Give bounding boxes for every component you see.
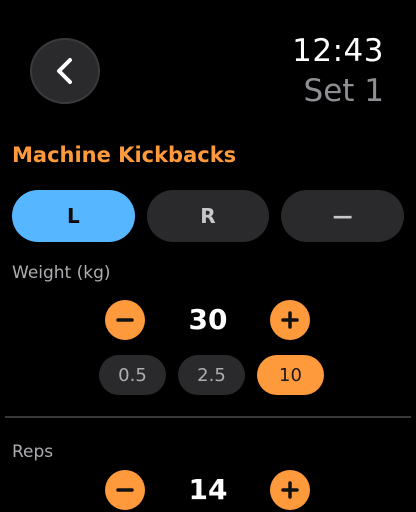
reps-label: Reps [12, 442, 54, 462]
weight-decrement-button[interactable] [105, 300, 145, 340]
minus-icon [116, 488, 134, 492]
increment-chip-10[interactable]: 10 [257, 355, 324, 395]
chevron-left-icon [57, 58, 72, 84]
reps-value: 14 [188, 473, 228, 506]
side-none-button[interactable]: — [281, 190, 405, 242]
plus-icon [281, 481, 299, 499]
set-label: Set 1 [303, 73, 384, 109]
weight-value: 30 [188, 303, 228, 336]
reps-increment-button[interactable] [270, 470, 310, 510]
weight-stepper: 30 [0, 300, 416, 342]
increment-chip-2-5[interactable]: 2.5 [178, 355, 245, 395]
reps-stepper: 14 [0, 470, 416, 512]
side-selector: L R — [12, 190, 405, 242]
increment-chip-0-5[interactable]: 0.5 [99, 355, 166, 395]
weight-label: Weight (kg) [12, 263, 111, 283]
weight-increment-options: 0.5 2.5 10 [99, 355, 324, 395]
weight-increment-button[interactable] [270, 300, 310, 340]
side-right-button[interactable]: R [146, 190, 270, 242]
plus-icon [281, 311, 299, 329]
minus-icon [116, 318, 134, 322]
side-left-button[interactable]: L [12, 190, 135, 242]
reps-decrement-button[interactable] [105, 470, 145, 510]
back-button[interactable] [30, 38, 100, 104]
exercise-title: Machine Kickbacks [12, 143, 237, 167]
section-divider [5, 416, 411, 418]
clock-time: 12:43 [292, 33, 384, 69]
